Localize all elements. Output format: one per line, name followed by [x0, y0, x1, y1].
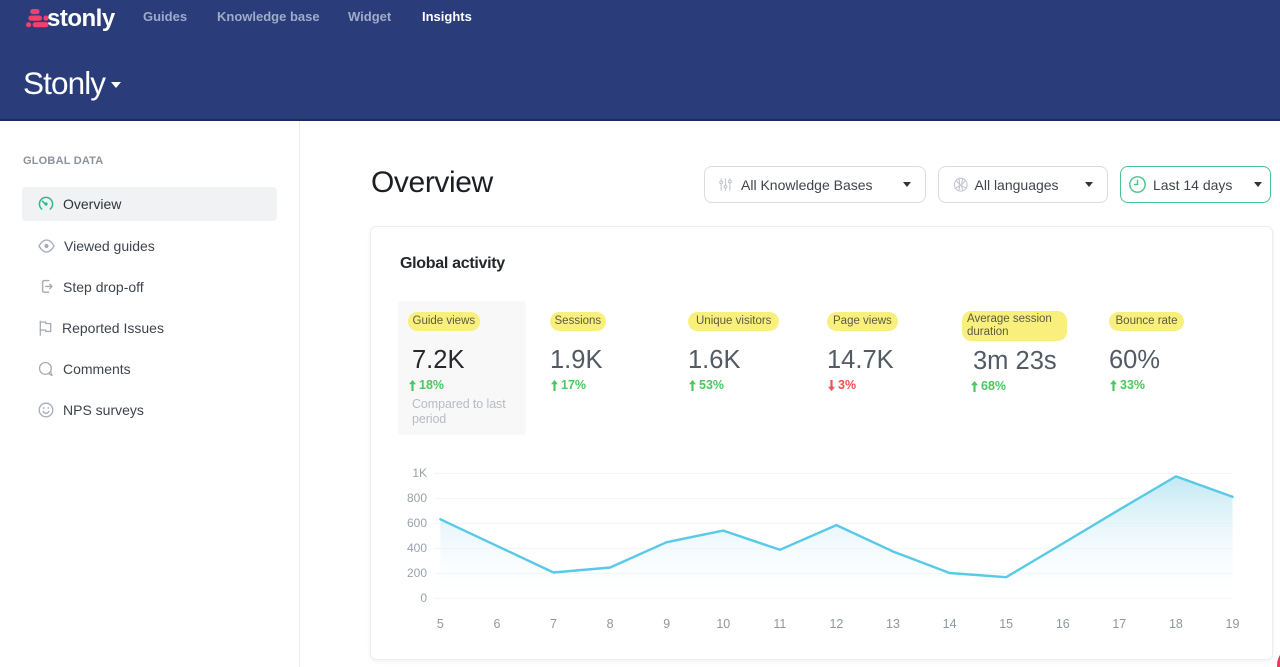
svg-text:0: 0	[420, 591, 427, 605]
svg-text:7: 7	[550, 617, 557, 631]
svg-text:13: 13	[886, 617, 900, 631]
svg-text:9: 9	[663, 617, 670, 631]
svg-text:800: 800	[407, 491, 427, 505]
svg-text:19: 19	[1226, 617, 1240, 631]
svg-text:1K: 1K	[412, 466, 427, 480]
svg-text:400: 400	[407, 541, 427, 555]
svg-text:11: 11	[773, 617, 786, 631]
svg-text:17: 17	[1112, 617, 1126, 631]
svg-text:12: 12	[829, 617, 843, 631]
svg-text:5: 5	[437, 617, 444, 631]
svg-text:8: 8	[607, 617, 614, 631]
svg-text:6: 6	[494, 617, 501, 631]
svg-text:10: 10	[716, 617, 730, 631]
svg-text:14: 14	[943, 617, 957, 631]
svg-text:15: 15	[999, 617, 1013, 631]
svg-text:16: 16	[1056, 617, 1070, 631]
svg-text:200: 200	[407, 566, 427, 580]
svg-text:600: 600	[407, 516, 427, 530]
svg-text:18: 18	[1169, 617, 1183, 631]
